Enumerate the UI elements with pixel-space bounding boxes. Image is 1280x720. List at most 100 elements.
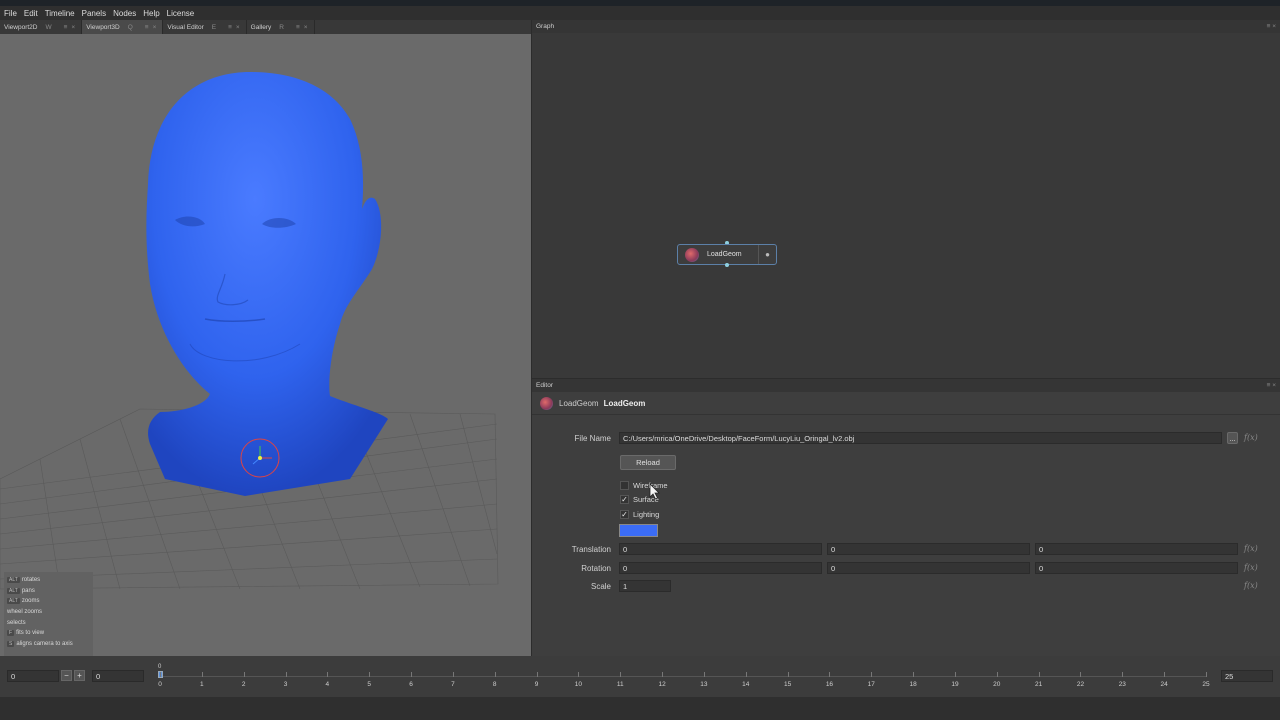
ruler-tick-label: 2 <box>241 681 246 688</box>
status-bar <box>0 697 1280 720</box>
close-icon[interactable]: × <box>236 24 240 31</box>
ruler-tick-label: 14 <box>742 681 750 688</box>
divider <box>532 414 1280 415</box>
close-icon[interactable]: × <box>153 24 157 31</box>
menu-grip-icon[interactable]: ≡ <box>296 24 300 31</box>
menu-file[interactable]: File <box>4 9 17 18</box>
ruler-tick <box>662 672 664 677</box>
translation-y-field[interactable]: 0 <box>827 543 1030 555</box>
end-frame-input[interactable]: 25 <box>1221 670 1273 682</box>
color-swatch[interactable] <box>619 524 658 537</box>
rotation-x-field[interactable]: 0 <box>619 562 822 574</box>
node-output-port[interactable] <box>725 263 729 267</box>
ruler-tick <box>452 672 454 677</box>
menu-license[interactable]: License <box>167 9 195 18</box>
ruler-tick-label: 10 <box>574 681 583 688</box>
loadgeom-node-icon <box>685 247 699 262</box>
translation-z-field[interactable]: 0 <box>1035 543 1238 555</box>
menu-timeline[interactable]: Timeline <box>45 9 75 18</box>
ruler-tick-label: 13 <box>700 681 708 688</box>
tab-gallery[interactable]: Gallery R ≡ × <box>247 20 315 34</box>
menu-edit[interactable]: Edit <box>24 9 38 18</box>
panel-title: Graph <box>536 23 555 30</box>
ruler-tick-label: 8 <box>492 681 497 688</box>
wireframe-checkbox[interactable] <box>620 481 629 490</box>
editor-title-bar: Editor ≡ × <box>532 379 1280 392</box>
panel-title: Editor <box>536 382 553 389</box>
help-text: aligns camera to axis <box>16 640 73 647</box>
menu-grip-icon[interactable]: ≡ <box>228 24 232 31</box>
fx-icon[interactable]: f(x) <box>1244 581 1258 590</box>
menu-grip-icon[interactable]: ≡ <box>64 24 68 31</box>
file-name-label: File Name <box>574 434 611 443</box>
rotation-z-field[interactable]: 0 <box>1035 562 1238 574</box>
menubar: File Edit Timeline Panels Nodes Help Lic… <box>0 6 1280 20</box>
reload-button[interactable]: Reload <box>620 455 676 470</box>
fx-icon[interactable]: f(x) <box>1244 544 1258 553</box>
ruler-tick-label: 16 <box>825 681 834 688</box>
ruler-tick <box>160 672 161 677</box>
tab-viewport3d[interactable]: Viewport3D Q ≡ × <box>82 20 164 34</box>
rotation-y-field[interactable]: 0 <box>827 562 1030 574</box>
viewport-panel: Viewport2D W ≡ × Viewport3D Q ≡ × Visual… <box>0 20 531 656</box>
help-text: fits to view <box>16 630 45 637</box>
menu-nodes[interactable]: Nodes <box>113 9 136 18</box>
ruler-tick <box>1080 672 1082 677</box>
node-name[interactable]: LoadGeom <box>604 399 646 408</box>
ruler-tick-label: 1 <box>200 681 204 688</box>
help-row: selects <box>7 617 90 628</box>
timeline-ruler[interactable]: 0 1 2 3 4 5 6 7 8 9 10 11 12 13 14 15 16 17 18 19 20 21 22 23 24… <box>158 671 1210 692</box>
decrement-button[interactable]: − <box>61 670 72 681</box>
help-text: pans <box>21 587 35 594</box>
scale-field[interactable]: 1 <box>619 580 671 592</box>
help-row: ALT pans <box>7 586 90 597</box>
tab-visual-editor[interactable]: Visual Editor E ≡ × <box>163 20 247 34</box>
head-mesh[interactable] <box>146 72 388 496</box>
tab-label: Viewport2D <box>4 23 38 31</box>
tab-shortcut: E <box>211 23 217 31</box>
ruler-tick-label: 9 <box>534 681 539 688</box>
offset-input[interactable]: 0 <box>92 670 144 682</box>
help-row: Ffits to view <box>7 628 90 639</box>
ruler-tick-label: 11 <box>616 681 624 688</box>
menu-help[interactable]: Help <box>143 9 159 18</box>
help-text: rotates <box>21 577 41 584</box>
ruler-tick <box>1122 672 1124 677</box>
scene-canvas[interactable] <box>0 34 531 656</box>
menu-grip-icon[interactable]: ≡ <box>145 24 149 31</box>
graph-node-loadgeom[interactable]: LoadGeom ● <box>677 244 777 265</box>
browse-button[interactable]: ... <box>1227 432 1238 444</box>
panel-controls-icon[interactable]: ≡ × <box>1267 23 1276 30</box>
help-key: ALT <box>7 577 20 584</box>
translation-x-field[interactable]: 0 <box>619 543 822 555</box>
fx-icon[interactable]: f(x) <box>1244 433 1258 442</box>
tab-shortcut: W <box>45 23 52 31</box>
help-row: ALT zooms <box>7 596 90 607</box>
surface-checkbox[interactable]: ✓ <box>620 495 629 504</box>
help-key: ALT <box>7 598 20 605</box>
increment-button[interactable]: + <box>74 670 85 681</box>
graph-title-bar: Graph ≡ × <box>532 20 1280 33</box>
tab-viewport2d[interactable]: Viewport2D W ≡ × <box>0 20 83 34</box>
file-name-field[interactable]: C:/Users/mrica/OneDrive/Desktop/FaceForm… <box>619 432 1222 444</box>
ruler-tick-label: 25 <box>1202 681 1210 688</box>
lighting-checkbox[interactable]: ✓ <box>620 510 629 519</box>
menu-panels[interactable]: Panels <box>82 9 106 18</box>
panel-controls-icon[interactable]: ≡ × <box>1267 382 1276 389</box>
help-text: zooms <box>21 598 40 605</box>
ruler-tick <box>620 672 622 677</box>
ruler-tick-label: 21 <box>1035 681 1043 688</box>
ruler-tick-label: 3 <box>283 681 288 688</box>
fx-icon[interactable]: f(x) <box>1244 563 1258 572</box>
scale-label: Scale <box>590 582 611 591</box>
close-icon[interactable]: × <box>71 24 75 31</box>
ruler-tick <box>703 672 705 677</box>
ruler-tick <box>745 672 747 677</box>
ruler-tick-label: 7 <box>451 681 455 688</box>
lightbulb-icon[interactable]: ● <box>758 245 776 264</box>
node-type: LoadGeom <box>559 398 599 408</box>
current-frame-input[interactable]: 0 <box>7 670 59 682</box>
close-icon[interactable]: × <box>304 24 308 31</box>
ruler-tick-label: 17 <box>867 681 875 688</box>
viewport-3d[interactable] <box>0 34 531 656</box>
